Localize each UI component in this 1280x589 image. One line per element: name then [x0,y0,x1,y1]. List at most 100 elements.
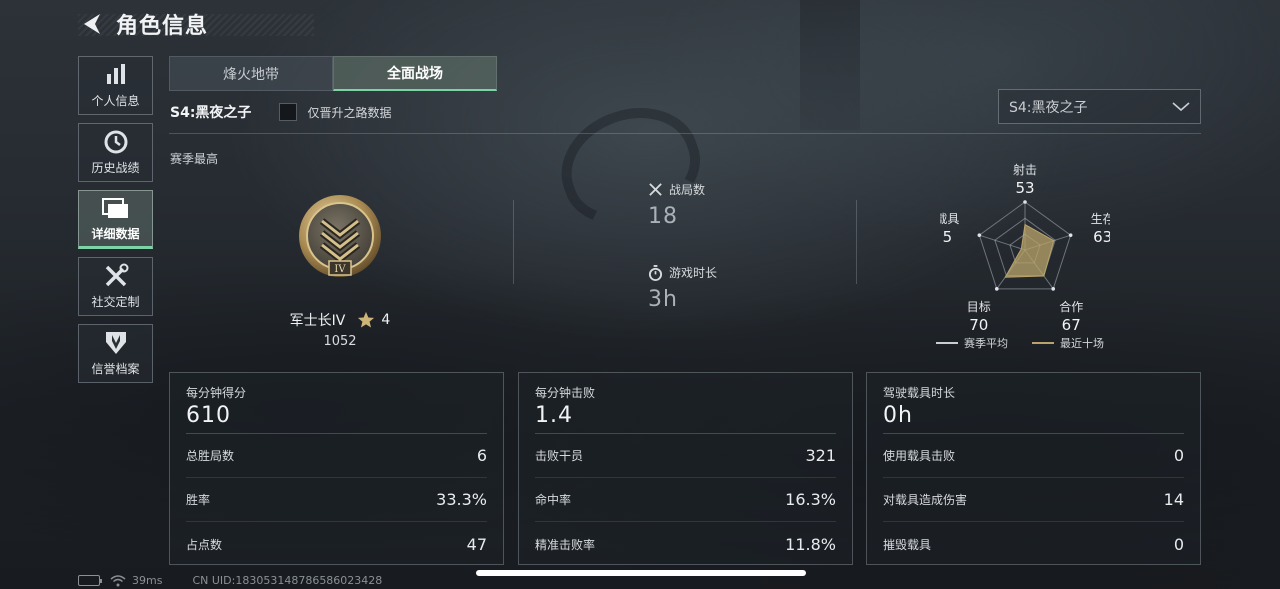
row-value: 33.3% [436,490,487,509]
sidebar-item-label: 信誉档案 [91,362,140,376]
status-bar: 39ms CN UID:1830531487865860234​28 [78,574,382,587]
card-big-value: 610 [186,403,231,428]
tools-icon [103,263,129,289]
page-title: 角色信息 [116,14,209,39]
legend-avg-label: 赛季平均 [964,337,1008,350]
season-select[interactable]: S4:黑夜之子 [998,89,1201,124]
row-label: 对载具造成伤害 [883,493,968,507]
promotion-only-label: 仅晋升之路数据 [307,105,392,120]
card-title: 驾驶载具时长 [883,386,956,400]
rank-emblem-tier: IV [334,264,346,275]
radar-axis-label: 目标 [967,300,991,314]
row-value: 14 [1163,490,1184,509]
card-row: 击败干员 321 [535,434,836,478]
radar-axis-dot [1023,200,1027,204]
rank-row: 军士长IV 4 [260,310,420,330]
header: 角色信息 [78,10,318,39]
star-icon [357,311,375,329]
card-title: 每分钟得分 [186,386,247,400]
rank-name: 军士长IV [289,313,346,329]
season-label: S4:黑夜之子 [170,105,252,121]
rank-points: 1052 [323,334,357,349]
radar-axis-value: 5 [943,228,953,246]
card-row: 命中率 16.3% [535,478,836,522]
back-arrow-icon[interactable] [78,11,104,37]
divider [513,200,514,284]
radar-axis-dot [994,287,999,291]
playtime-label: 游戏时长 [669,266,718,280]
shield-badge-icon [103,330,129,356]
folder-icon [101,195,130,221]
row-label: 胜率 [186,493,211,507]
bar-chart-icon [104,62,128,88]
sidebar-item-label: 详细数据 [91,227,140,241]
row-label: 精准击败率 [535,537,596,552]
row-value: 0 [1173,446,1184,465]
row-value: 6 [476,446,487,465]
row-value: 16.3% [785,490,836,509]
divider [856,200,857,284]
legend-recent-label: 最近十场 [1060,337,1104,350]
kills-card: 每分钟击败 1.4 击败干员 321 命中率 16.3% 精准击败率 11.8% [518,372,853,565]
card-big-value: 1.4 [535,403,573,428]
sidebar-item-label: 社交定制 [91,295,140,309]
sidebar-item-label: 历史战绩 [91,161,140,175]
matches-value: 18 [648,204,678,229]
card-row: 总胜局数 6 [186,434,487,478]
sidebar-item-reputation[interactable]: 信誉档案 [78,324,153,383]
radar-axis-line [979,234,1026,251]
sidebar: 个人信息 历史战绩 详细数据 社交定制 信誉档案 [78,56,153,391]
score-card: 每分钟得分 610 总胜局数 6 胜率 33.3% 占点数 47 [169,372,504,565]
radar-axis-value: 70 [969,316,988,334]
radar-axis-dot [977,233,982,237]
radar-axis-value: 67 [1062,316,1081,334]
radar-axis-label: 载具 [940,212,959,226]
card-row: 精准击败率 11.8% [535,522,836,566]
card-title: 每分钟击败 [535,386,596,400]
vehicle-card: 驾驶载具时长 0h 使用载具击败 0 对载具造成伤害 14 摧毁载具 0 [866,372,1201,565]
tab-haavk-zone[interactable]: 烽火地带 [169,56,333,91]
chevron-down-icon [1172,101,1190,111]
row-label: 击败干员 [535,449,584,463]
radar-recent-shape [1004,223,1055,278]
row-label: 摧毁载具 [883,537,932,552]
radar-axis-dot [1051,287,1056,291]
playtime-value: 3h [648,287,678,312]
playtime-stat: 游戏时长 3h [648,264,717,312]
season-select-value: S4:黑夜之子 [1009,99,1088,116]
radar-axis-value: 63 [1093,228,1110,246]
sidebar-item-personal-info[interactable]: 个人信息 [78,56,153,115]
card-row: 对载具造成伤害 14 [883,478,1184,522]
radar-axis-label: 合作 [1059,299,1083,314]
radar-axis-value: 53 [1015,179,1034,197]
legend-avg-swatch [936,342,958,344]
row-label: 占点数 [186,537,223,552]
radar-axis-label: 射击 [1013,162,1037,177]
season-best-label: 赛季最高 [170,152,219,166]
card-row: 胜率 33.3% [186,478,487,522]
row-label: 使用载具击败 [883,449,956,463]
sidebar-item-social-custom[interactable]: 社交定制 [78,257,153,316]
matches-label: 战局数 [669,183,706,197]
sidebar-item-detailed-data[interactable]: 详细数据 [78,190,153,249]
uid-text: CN UID:1830531487865860234​28 [192,574,383,587]
card-row: 占点数 47 [186,522,487,566]
home-indicator[interactable] [476,570,806,576]
tab-all-out-warfare[interactable]: 全面战场 [333,56,497,91]
row-label: 总胜局数 [186,449,235,463]
history-icon [103,129,129,155]
mode-tabs: 烽火地带 全面战场 [169,56,497,91]
matches-stat: 战局数 18 [648,181,705,229]
card-row: 摧毁载具 0 [883,522,1184,566]
wifi-icon [110,574,126,586]
background-tower [800,0,860,130]
battery-icon [78,575,102,586]
sidebar-item-history[interactable]: 历史战绩 [78,123,153,182]
legend-recent-swatch [1032,342,1054,344]
radar-legend: 赛季平均 最近十场 [936,335,1104,351]
ping-value: 39ms [132,574,163,587]
card-big-value: 0h [883,403,913,428]
row-label: 命中率 [535,493,572,507]
sidebar-item-label: 个人信息 [91,94,140,108]
promotion-only-checkbox[interactable] [279,103,298,121]
